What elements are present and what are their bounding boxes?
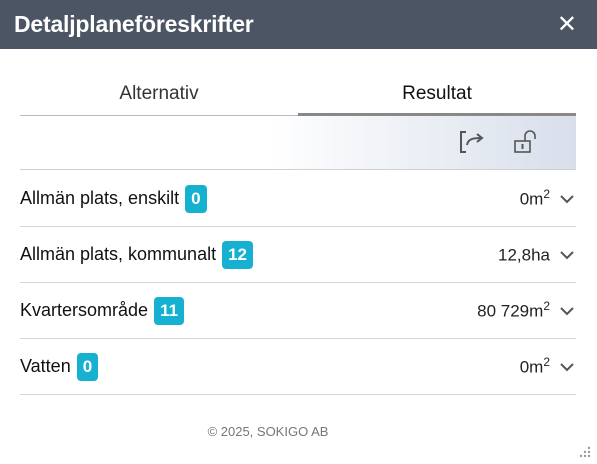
close-icon[interactable]: ✕: [557, 12, 577, 37]
area-value: 0m2: [519, 355, 550, 377]
tab-alternativ[interactable]: Alternativ: [20, 76, 298, 116]
count-badge: 0: [76, 352, 99, 381]
copyright-footer: © 2025, SOKIGO AB: [207, 424, 329, 439]
chevron-down-icon[interactable]: [558, 246, 576, 264]
area-value: 80 729m2: [477, 299, 550, 321]
area-value: 12,8ha: [498, 245, 550, 265]
count-badge: 12: [222, 240, 253, 269]
chevron-down-icon[interactable]: [558, 358, 576, 376]
result-row-allman-plats-kommunalt[interactable]: Allmän plats, kommunalt 12 12,8ha: [20, 227, 576, 283]
unlock-icon[interactable]: [512, 128, 540, 156]
tab-bar: Alternativ Resultat: [20, 76, 576, 116]
chevron-down-icon[interactable]: [558, 302, 576, 320]
row-label: Allmän plats, enskilt: [20, 188, 180, 208]
area-value: 0m2: [519, 187, 550, 209]
row-label: Allmän plats, kommunalt: [20, 244, 217, 264]
window-titlebar: Detaljplaneföreskrifter ✕: [0, 0, 597, 49]
result-row-vatten[interactable]: Vatten 0 0m2: [20, 339, 576, 395]
tab-resultat[interactable]: Resultat: [298, 76, 576, 116]
chevron-down-icon[interactable]: [558, 190, 576, 208]
result-row-allman-plats-enskilt[interactable]: Allmän plats, enskilt 0 0m2: [20, 171, 576, 227]
result-toolbar: [20, 116, 576, 170]
count-badge: 11: [154, 296, 185, 325]
row-label: Kvartersområde: [20, 300, 149, 320]
row-label: Vatten: [20, 356, 71, 376]
export-icon[interactable]: [458, 128, 486, 156]
result-row-kvartersomrade[interactable]: Kvartersområde 11 80 729m2: [20, 283, 576, 339]
resize-grip-icon[interactable]: [579, 446, 591, 458]
window-title: Detaljplaneföreskrifter: [14, 11, 254, 37]
count-badge: 0: [185, 184, 207, 213]
